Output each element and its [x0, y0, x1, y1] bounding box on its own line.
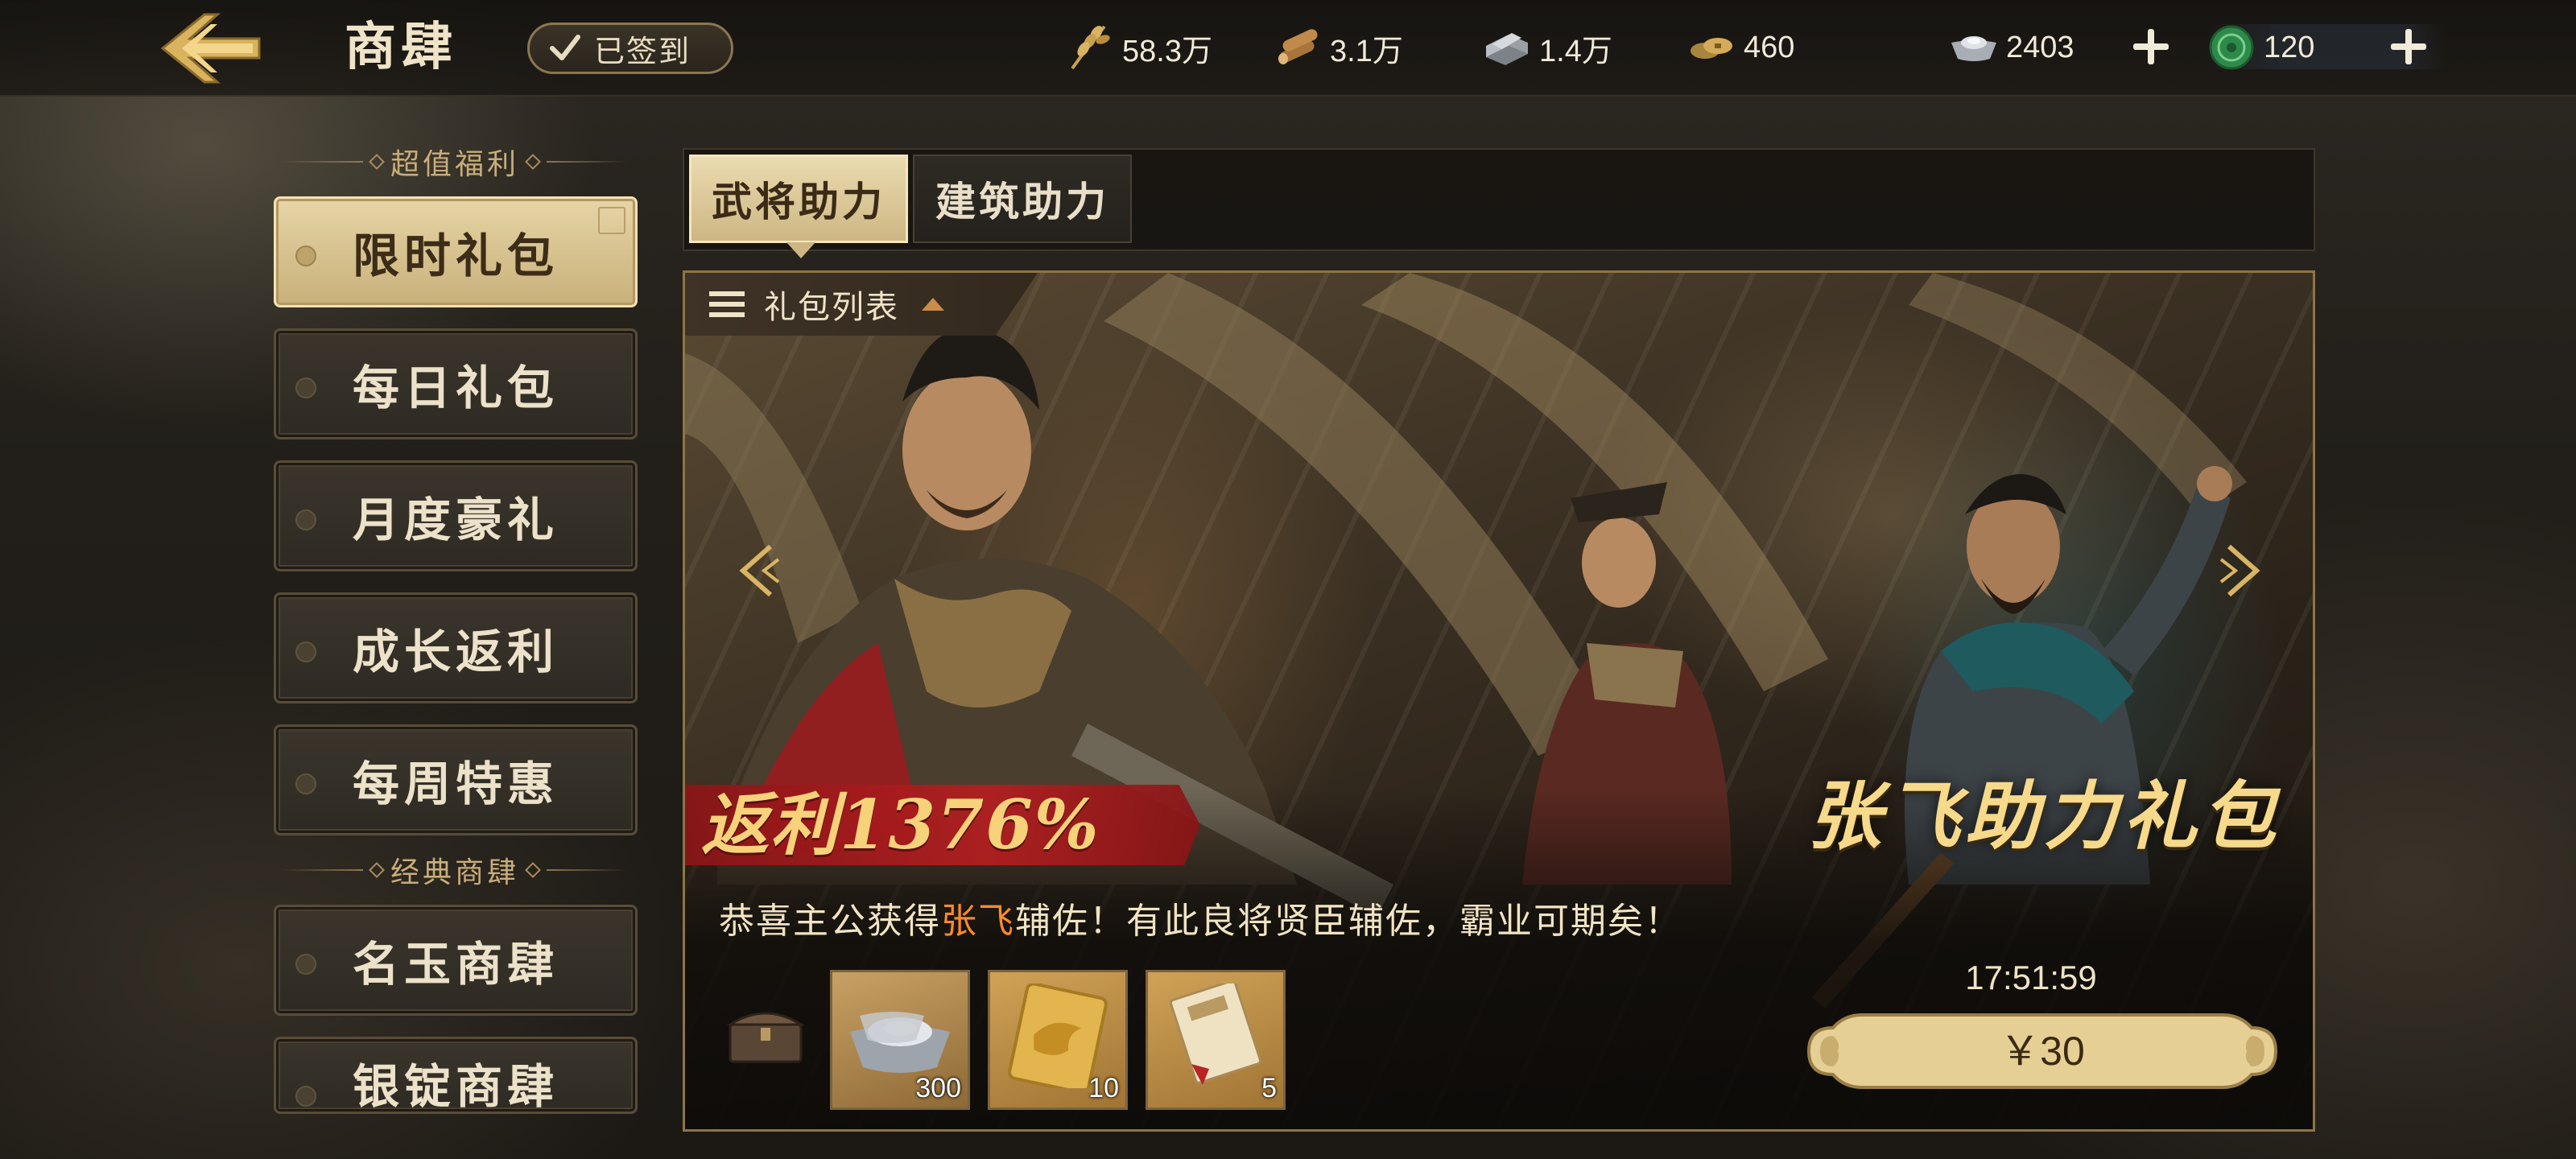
grain-value: 58.3万 [1122, 34, 1212, 68]
tab-general-support[interactable]: 武将助力 [689, 155, 908, 258]
reward-slot-silver[interactable]: 300 [830, 970, 970, 1110]
knob-icon [295, 377, 316, 398]
sidebar-item-silver-shop[interactable]: 银锭商肆 [274, 1037, 638, 1114]
knob-icon [295, 773, 316, 794]
pack-title: 张飞助力礼包 [1806, 773, 2281, 860]
copper-value: 460 [1744, 30, 1795, 64]
sidebar-item-growth-rebate[interactable]: 成长返利 [274, 592, 638, 703]
iron-value: 1.4万 [1539, 34, 1612, 68]
grain-icon [1071, 25, 1110, 70]
purchase-button[interactable]: ￥30 [1806, 1004, 2279, 1099]
sidebar-item-limited-pack[interactable]: 限时礼包 [274, 196, 638, 307]
resource-wood: 3.1万 [1272, 18, 1403, 77]
back-button[interactable] [158, 8, 264, 89]
section-title-value-benefits: 超值福利 [282, 142, 629, 182]
next-arrow-button[interactable] [2218, 538, 2266, 603]
seal-icon [598, 207, 625, 234]
shop-screen: 商肆 已签到 58.3万 3.1万 1.4万 460 2403 120 超值福利… [0, 0, 2576, 1159]
sidebar-item-weekly-deal[interactable]: 每周特惠 [274, 724, 638, 835]
menu-icon [709, 291, 745, 317]
resource-grain: 58.3万 [1064, 18, 1212, 77]
reward-qty-scroll: 5 [1261, 1073, 1277, 1103]
tab-pointer-icon [786, 242, 815, 258]
top-bar: 商肆 已签到 58.3万 3.1万 1.4万 460 2403 120 [0, 0, 2576, 97]
back-arrow-icon [160, 13, 261, 84]
prev-arrow-button[interactable] [733, 538, 782, 603]
jade-coin-icon [2209, 25, 2254, 70]
tab-bar: 武将助力 建筑助力 [683, 148, 2315, 258]
general-name-highlight: 张飞 [941, 901, 1015, 942]
scroll-book-icon [1169, 984, 1262, 1085]
resource-copper: 460 [1686, 18, 1794, 77]
pack-description: 恭喜主公获得张飞辅佐！有此良将贤臣辅佐，霸业可期矣！ [719, 901, 1682, 942]
pack-list-label: 礼包列表 [764, 289, 899, 326]
caret-up-icon [922, 298, 944, 311]
price-label: ￥30 [2000, 1029, 2085, 1074]
pack-list-dropdown[interactable]: 礼包列表 [685, 273, 1038, 336]
wood-value: 3.1万 [1330, 34, 1403, 68]
chevron-right-icon [2219, 544, 2260, 597]
resource-iron: 1.4万 [1481, 18, 1612, 77]
countdown-timer: 17:51:59 [1965, 959, 2097, 996]
wood-icon [1278, 29, 1318, 64]
tab-building-support[interactable]: 建筑助力 [913, 155, 1132, 243]
chevron-left-icon [739, 544, 780, 597]
rebate-ribbon: 返利1376% [685, 777, 1216, 873]
iron-icon [1486, 33, 1528, 65]
reward-slot-gold-token[interactable]: 10 [988, 970, 1128, 1110]
knob-icon [295, 1086, 316, 1107]
silver-ingot-icon [1951, 36, 1996, 61]
sidebar-item-daily-pack[interactable]: 每日礼包 [274, 328, 638, 439]
signin-label: 已签到 [594, 33, 691, 69]
resource-silver: 2403 [1948, 18, 2074, 77]
knob-icon [295, 245, 316, 266]
copper-coin-icon [1690, 38, 1732, 59]
signin-status-badge: 已签到 [527, 23, 733, 74]
knob-icon [295, 954, 316, 975]
section-title-classic-shop: 经典商肆 [282, 850, 629, 890]
reward-qty-silver: 300 [915, 1073, 961, 1103]
sidebar-item-monthly-gift[interactable]: 月度豪礼 [274, 460, 638, 571]
add-jade-button[interactable] [2386, 24, 2431, 69]
jade-value: 120 [2264, 30, 2315, 64]
reward-slot-scroll[interactable]: 5 [1146, 970, 1286, 1110]
page-title: 商肆 [345, 17, 457, 77]
silver-value: 2403 [2006, 30, 2074, 64]
knob-icon [295, 509, 316, 530]
pack-banner: 礼包列表 返利1376% 张飞助力礼包 恭喜主公获得张飞辅佐！有此良将贤臣辅佐，… [683, 270, 2315, 1132]
sidebar-item-jade-shop[interactable]: 名玉商肆 [274, 905, 638, 1016]
add-silver-button[interactable] [2128, 24, 2174, 69]
knob-icon [295, 641, 316, 662]
chest-icon [725, 1012, 806, 1063]
rebate-text: 返利1376% [701, 785, 1100, 864]
resource-jade: 120 [2206, 18, 2314, 77]
check-icon [550, 35, 580, 60]
reward-qty-gold-token: 10 [1088, 1073, 1119, 1103]
